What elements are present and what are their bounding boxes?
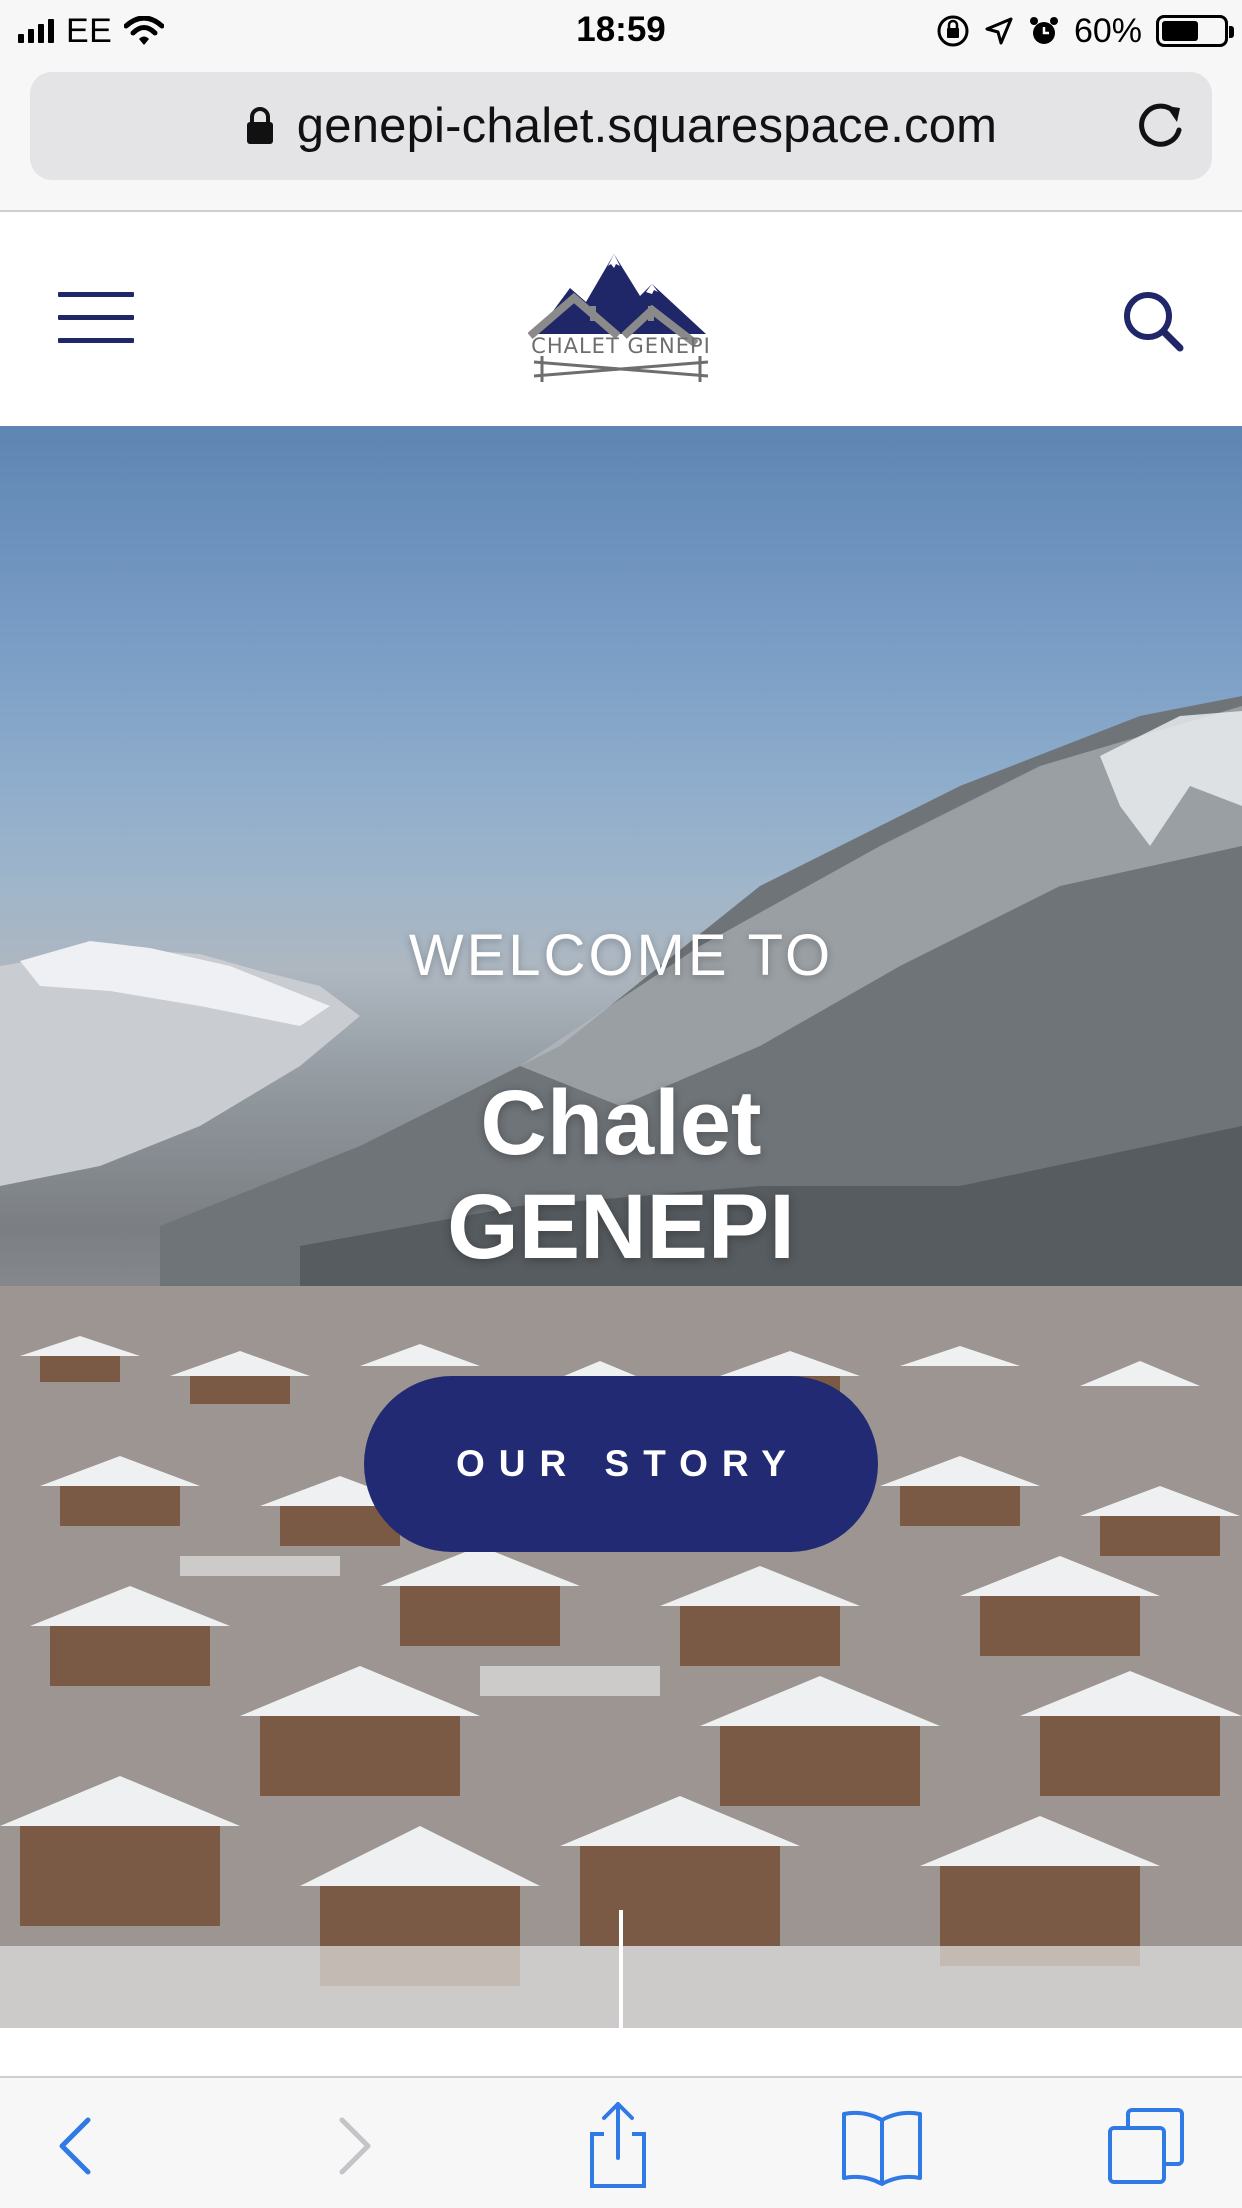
page-content-gap	[0, 2028, 1242, 2076]
our-story-button[interactable]: OUR STORY	[364, 1376, 878, 1552]
orientation-lock-icon	[937, 15, 969, 47]
scroll-indicator	[619, 1910, 623, 2028]
forward-icon[interactable]	[304, 2098, 400, 2194]
hero-title: Chalet GENEPI	[0, 1071, 1242, 1279]
back-icon[interactable]	[30, 2098, 126, 2194]
url-text[interactable]: genepi-chalet.squarespace.com	[297, 98, 997, 154]
tabs-icon[interactable]	[1098, 2098, 1194, 2194]
logo-text: CHALET GENEPI	[531, 334, 711, 358]
bookmarks-icon[interactable]	[834, 2098, 930, 2194]
address-bar[interactable]: genepi-chalet.squarespace.com	[30, 72, 1212, 180]
battery-icon	[1156, 15, 1234, 47]
status-bar: EE 18:59 60%	[0, 0, 1242, 62]
lock-icon	[246, 107, 273, 144]
reload-icon[interactable]	[1130, 96, 1190, 156]
browser-address-area: genepi-chalet.squarespace.com	[0, 62, 1242, 212]
site-logo[interactable]: CHALET GENEPI	[527, 252, 714, 382]
search-icon[interactable]	[1120, 288, 1186, 354]
site-header: CHALET GENEPI	[0, 212, 1242, 426]
hero-section: WELCOME TO Chalet GENEPI OUR STORY	[0, 426, 1242, 2028]
status-right: 60%	[936, 11, 1234, 50]
hero-title-line2: GENEPI	[447, 1176, 795, 1278]
location-icon	[985, 17, 1013, 45]
battery-level	[1162, 21, 1198, 41]
hamburger-menu-icon[interactable]	[58, 292, 134, 348]
hero-welcome-text: WELCOME TO	[408, 923, 834, 988]
alarm-icon	[1029, 17, 1058, 44]
hero-title-line1: Chalet	[480, 1072, 762, 1174]
battery-percentage: 60%	[1073, 11, 1142, 50]
browser-toolbar	[0, 2076, 1242, 2208]
share-icon[interactable]	[570, 2098, 666, 2194]
mountain-logo-icon	[527, 254, 709, 382]
